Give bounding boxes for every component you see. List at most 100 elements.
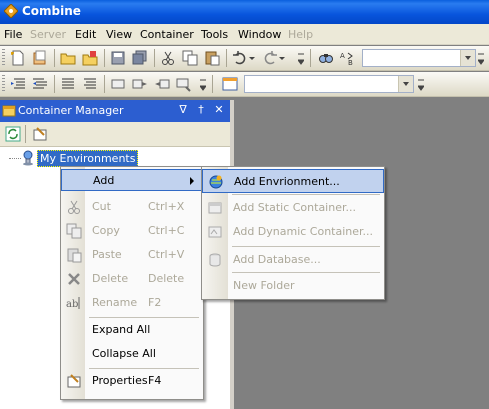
toolbar-overflow-icon[interactable] (478, 52, 484, 66)
submenu-item-add-environment[interactable]: Add Envrionment... (202, 169, 384, 193)
back-frame-icon[interactable] (154, 76, 170, 92)
context-item-label: Paste (92, 248, 122, 261)
submenu-item-add-dynamic-container[interactable]: Add Dynamic Container... (202, 220, 384, 244)
copy-icon[interactable] (182, 50, 198, 66)
new-project-icon[interactable] (32, 50, 48, 66)
menu-window[interactable]: Window (238, 28, 281, 41)
comment-icon[interactable] (60, 76, 76, 92)
context-item-delete[interactable]: Delete Delete (61, 268, 203, 290)
menu-separator (232, 246, 380, 247)
zoom-frame-icon[interactable] (176, 76, 192, 92)
context-item-collapse-all[interactable]: Collapse All (61, 343, 203, 365)
menu-bar: File Server Edit View Container Tools Wi… (0, 24, 489, 45)
frame-icon[interactable] (110, 76, 126, 92)
tree-node-my-environments[interactable]: My Environments (37, 150, 139, 167)
outdent-icon[interactable] (32, 76, 48, 92)
panel-header: Container Manager ∇ † ✕ (0, 100, 230, 122)
context-item-add[interactable]: Add (61, 169, 203, 191)
context-item-shortcut: Ctrl+V (148, 248, 185, 261)
pin-icon[interactable]: † (194, 103, 208, 117)
app-icon (4, 4, 18, 18)
toolbar-separator (54, 49, 55, 67)
container-manager-icon (2, 105, 16, 117)
menu-tools[interactable]: Tools (201, 28, 228, 41)
toolbar-overflow-icon[interactable] (200, 78, 206, 92)
context-item-shortcut: F2 (148, 296, 162, 309)
undo-icon[interactable] (232, 50, 248, 66)
context-item-label: Properties (92, 374, 148, 387)
close-icon[interactable]: ✕ (212, 103, 226, 117)
menu-separator (232, 272, 380, 273)
context-item-copy[interactable]: Copy Ctrl+C (61, 220, 203, 242)
open-project-icon[interactable] (82, 50, 98, 66)
find-combo[interactable] (362, 49, 476, 67)
context-item-label: Rename (92, 296, 138, 309)
submenu-item-add-static-container[interactable]: Add Static Container... (202, 196, 384, 220)
submenu-item-new-folder[interactable]: New Folder (202, 274, 384, 298)
undo-dropdown-icon[interactable] (248, 50, 256, 66)
context-item-shortcut: Ctrl+X (148, 200, 185, 213)
menu-server[interactable]: Server (30, 28, 66, 41)
context-item-label: Add (93, 174, 115, 187)
menu-container[interactable]: Container (140, 28, 194, 41)
menu-view[interactable]: View (106, 28, 132, 41)
menu-edit[interactable]: Edit (75, 28, 96, 41)
panel-toolbar (0, 122, 230, 147)
window-layout-icon[interactable] (222, 76, 238, 92)
replace-icon[interactable]: AB (340, 50, 356, 66)
context-item-properties[interactable]: Properties F4 (61, 370, 203, 392)
context-item-expand-all[interactable]: Expand All (61, 319, 203, 341)
layout-combo-dropdown-icon[interactable] (398, 76, 413, 92)
copy-icon (66, 223, 82, 239)
toolbar-separator (104, 75, 105, 93)
uncomment-icon[interactable] (82, 76, 98, 92)
toolbar-separator (104, 49, 105, 67)
context-item-rename[interactable]: ab Rename F2 (61, 292, 203, 314)
svg-text:B: B (348, 59, 353, 66)
context-menu: Add Cut Ctrl+X Copy Ctrl+C Paste Ctrl+V … (60, 166, 204, 400)
find-icon[interactable] (318, 50, 334, 66)
panel-title: Container Manager (18, 104, 124, 117)
database-icon (209, 253, 221, 267)
open-folder-icon[interactable] (60, 50, 76, 66)
menu-separator (89, 368, 199, 369)
context-item-label: Delete (92, 272, 129, 285)
toolbar-grip[interactable] (2, 75, 5, 93)
paste-icon[interactable] (204, 50, 220, 66)
cut-icon[interactable] (160, 50, 176, 66)
indent-icon[interactable] (10, 76, 26, 92)
dynamic-container-icon (208, 226, 222, 238)
submenu-arrow-icon (190, 177, 194, 185)
save-icon[interactable] (110, 50, 126, 66)
find-combo-dropdown-icon[interactable] (460, 50, 475, 66)
layout-combo[interactable] (244, 75, 414, 93)
toolbar-separator (25, 125, 26, 143)
toolbar-overflow-icon[interactable] (298, 52, 304, 66)
properties-icon[interactable] (32, 126, 48, 142)
window-position-icon[interactable]: ∇ (176, 103, 190, 117)
context-item-cut[interactable]: Cut Ctrl+X (61, 196, 203, 218)
toolbar-separator (212, 75, 213, 93)
forward-frame-icon[interactable] (132, 76, 148, 92)
environments-icon[interactable] (20, 150, 36, 166)
toolbar-grip[interactable] (2, 49, 5, 67)
submenu-item-label: New Folder (233, 279, 295, 292)
refresh-icon[interactable] (5, 126, 21, 142)
redo-icon[interactable] (262, 50, 278, 66)
new-file-icon[interactable] (10, 50, 26, 66)
save-all-icon[interactable] (132, 50, 148, 66)
context-item-paste[interactable]: Paste Ctrl+V (61, 244, 203, 266)
submenu-item-add-database[interactable]: Add Database... (202, 248, 384, 272)
static-container-icon (208, 202, 222, 214)
menu-help[interactable]: Help (288, 28, 313, 41)
delete-icon (68, 273, 80, 285)
rename-icon: ab (66, 297, 80, 310)
menu-file[interactable]: File (4, 28, 22, 41)
menu-separator (232, 194, 380, 195)
submenu-item-label: Add Database... (233, 253, 321, 266)
window-title: Combine (22, 4, 81, 18)
redo-dropdown-icon[interactable] (278, 50, 286, 66)
toolbar-overflow-icon[interactable] (418, 78, 424, 92)
properties-icon (67, 374, 81, 388)
svg-text:A: A (340, 52, 345, 60)
